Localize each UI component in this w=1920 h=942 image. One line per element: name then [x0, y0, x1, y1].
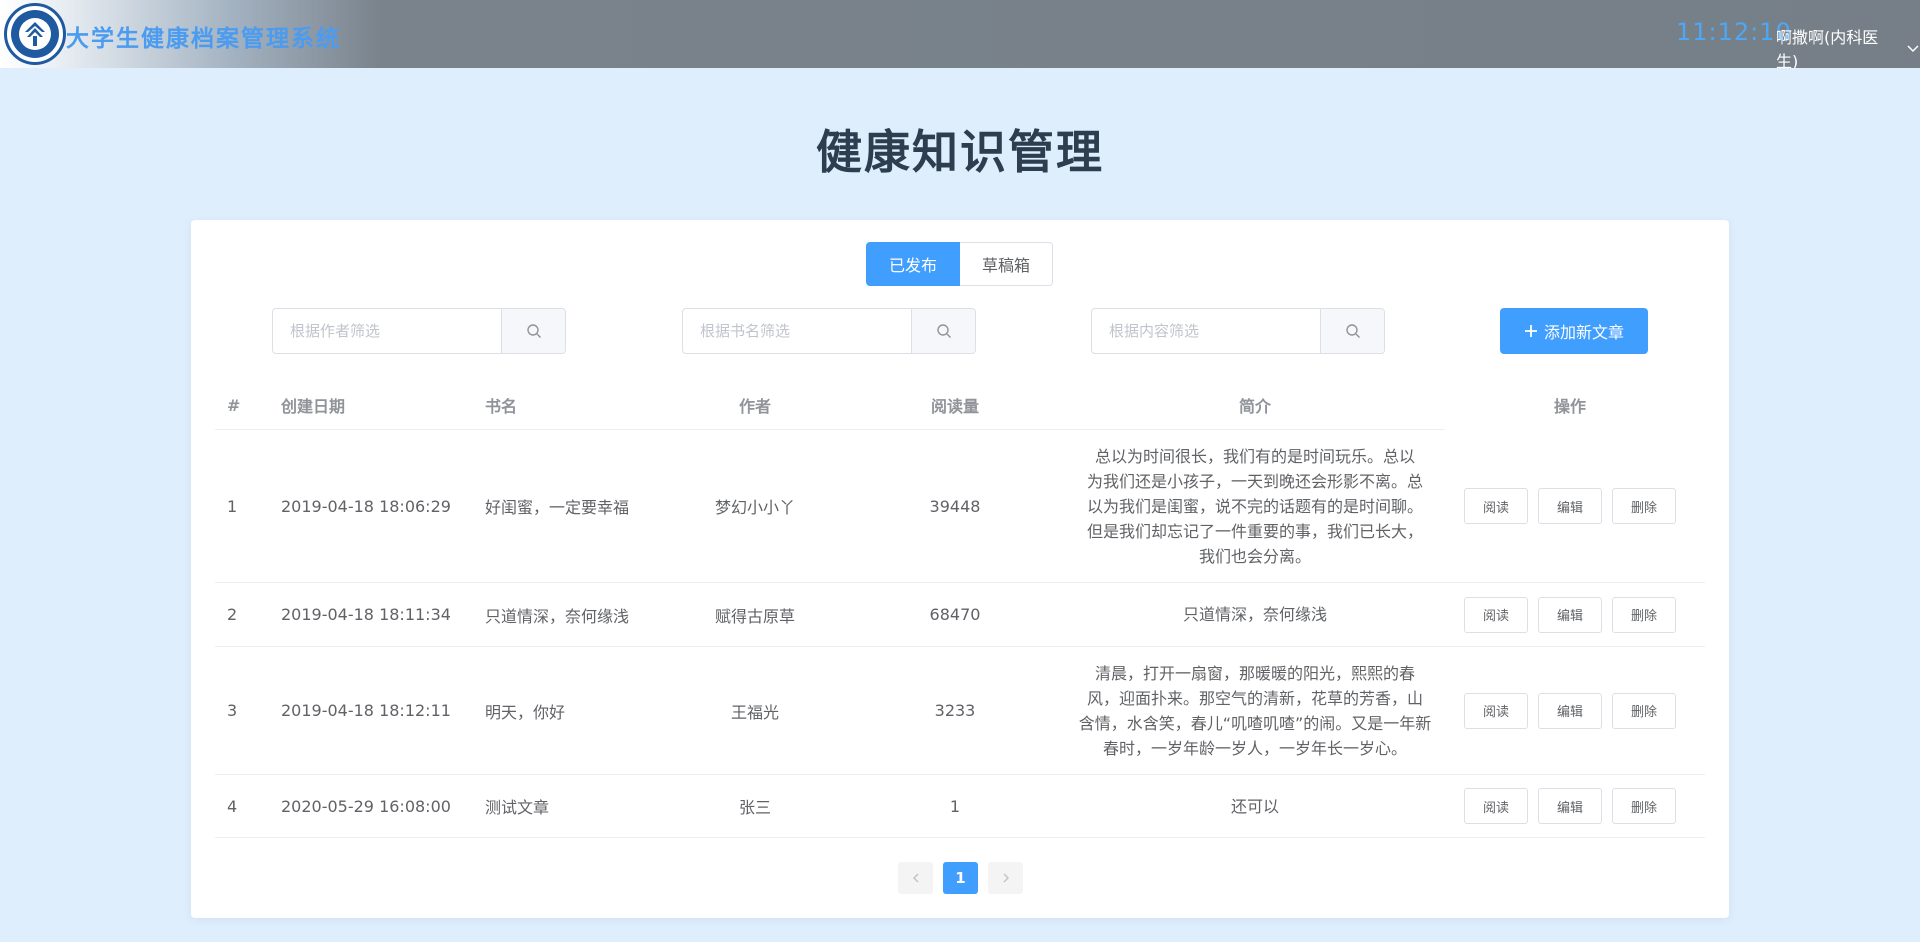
row-actions: 阅读 编辑 删除	[1455, 430, 1685, 582]
row-book: 明天，你好	[485, 702, 566, 722]
user-name: 啊撒啊(内科医生)	[1776, 28, 1879, 71]
row-reads: 39448	[929, 496, 981, 516]
content-card: 已发布 草稿箱 添加新文章 # 创建日期 书名 作者 阅读量 简介 操	[191, 220, 1729, 918]
row-date: 2019-04-18 18:06:29	[281, 496, 451, 516]
row-intro: 还可以	[1075, 775, 1435, 837]
content-search-button[interactable]	[1320, 309, 1384, 353]
content-filter	[1091, 308, 1385, 354]
intro-line: 含情，水含笑，春儿“叽喳叽喳”的闹。又是一年新	[1078, 713, 1432, 733]
status-tabs: 已发布 草稿箱	[866, 242, 1054, 286]
book-search-input[interactable]	[683, 309, 911, 353]
table-row: 2 2019-04-18 18:11:34 只道情深，奈何缘浅 赋得古原草 68…	[215, 583, 1705, 647]
content-search-input[interactable]	[1092, 309, 1320, 353]
read-button[interactable]: 阅读	[1464, 692, 1528, 729]
page-title: 健康知识管理	[816, 125, 1104, 179]
row-author: 张三	[738, 798, 771, 817]
col-reads: 阅读量	[930, 397, 979, 416]
row-intro: 清晨，打开一扇窗，那暖暖的阳光，熙熙的春 风，迎面扑来。那空气的清新，花草的芳香…	[1075, 647, 1435, 774]
table-row: 1 2019-04-18 18:06:29 好闺蜜，一定要幸福 梦幻小小丫 39…	[215, 430, 1705, 583]
university-logo	[4, 3, 66, 65]
row-index: 4	[227, 796, 238, 816]
next-page-button[interactable]	[988, 862, 1023, 894]
row-index: 3	[227, 701, 238, 720]
row-book: 只道情深，奈何缘浅	[485, 606, 630, 626]
edit-button[interactable]: 编辑	[1538, 692, 1602, 729]
app-brand-title: 大学生健康档案管理系统	[66, 26, 341, 52]
row-index: 2	[227, 605, 238, 624]
search-icon	[936, 324, 951, 338]
table-row: 4 2020-05-29 16:08:00 测试文章 张三 1 还可以 阅读 编…	[215, 775, 1705, 838]
edit-button[interactable]: 编辑	[1538, 788, 1602, 824]
delete-button[interactable]: 删除	[1612, 788, 1676, 824]
plus-icon	[1524, 325, 1537, 337]
col-book: 书名	[485, 397, 518, 416]
chevron-down-icon	[1907, 45, 1919, 53]
row-date: 2019-04-18 18:11:34	[281, 605, 451, 624]
row-author: 王福光	[730, 702, 779, 722]
row-intro: 只道情深，奈何缘浅	[1075, 583, 1435, 646]
row-book: 测试文章	[485, 798, 550, 817]
row-date: 2020-05-29 16:08:00	[281, 796, 451, 816]
col-index: #	[227, 395, 241, 415]
read-button[interactable]: 阅读	[1464, 788, 1528, 824]
row-intro: 总以为时间很长，我们有的是时间玩乐。总以 为我们还是小孩子，一天到晚还会形影不离…	[1075, 430, 1435, 582]
chevron-left-icon	[912, 873, 919, 883]
row-actions: 阅读 编辑 删除	[1455, 647, 1685, 774]
top-header: 大学生健康档案管理系统 11:12:10 啊撒啊(内科医生)	[0, 0, 1920, 71]
author-filter	[272, 308, 566, 354]
delete-button[interactable]: 删除	[1612, 692, 1676, 729]
delete-button[interactable]: 删除	[1612, 596, 1676, 633]
row-reads: 1	[949, 796, 961, 816]
row-actions: 阅读 编辑 删除	[1455, 775, 1685, 837]
intro-line: 只道情深，奈何缘浅	[1182, 605, 1327, 624]
row-book: 好闺蜜，一定要幸福	[485, 498, 630, 517]
read-button[interactable]: 阅读	[1464, 596, 1528, 633]
table-header: # 创建日期 书名 作者 阅读量 简介 操作	[215, 380, 1586, 430]
read-button[interactable]: 阅读	[1464, 488, 1528, 524]
row-author: 梦幻小小丫	[714, 498, 795, 517]
edit-button[interactable]: 编辑	[1538, 488, 1602, 524]
row-reads: 68470	[929, 605, 981, 624]
chevron-right-icon	[1002, 873, 1009, 883]
book-search-button[interactable]	[911, 309, 975, 353]
intro-line: 为我们还是小孩子，一天到晚还会形影不离。总	[1086, 471, 1423, 491]
row-index: 1	[227, 496, 238, 516]
table-row: 3 2019-04-18 18:12:11 明天，你好 王福光 3233 清晨，…	[215, 647, 1705, 775]
intro-line: 清晨，打开一扇窗，那暖暖的阳光，熙熙的春	[1094, 663, 1415, 683]
col-ops: 操作	[1553, 397, 1586, 416]
row-actions: 阅读 编辑 删除	[1455, 583, 1685, 646]
intro-line: 总以为时间很长，我们有的是时间玩乐。总以	[1094, 446, 1415, 466]
add-article-label: 添加新文章	[1543, 323, 1624, 342]
search-icon	[1345, 324, 1360, 338]
tab-drafts[interactable]: 草稿箱	[960, 242, 1054, 286]
intro-line: 以为我们是闺蜜，说不完的话题有的是时间聊。	[1086, 496, 1423, 516]
search-icon	[526, 324, 541, 338]
header-clock: 11:12:10	[1676, 18, 1792, 46]
row-reads: 3233	[934, 701, 976, 720]
page-number[interactable]: 1	[943, 862, 978, 894]
tab-published[interactable]: 已发布	[866, 242, 961, 286]
col-author: 作者	[738, 397, 771, 416]
articles-table: # 创建日期 书名 作者 阅读量 简介 操作 1 2019-04-18 18:0…	[215, 380, 1705, 838]
col-date: 创建日期	[281, 397, 346, 416]
book-filter	[682, 308, 976, 354]
delete-button[interactable]: 删除	[1612, 488, 1676, 524]
intro-line: 但是我们却忘记了一件重要的事，我们已长大，	[1086, 521, 1423, 541]
row-date: 2019-04-18 18:12:11	[281, 701, 451, 720]
pagination: 1	[898, 862, 1023, 894]
prev-page-button[interactable]	[898, 862, 933, 894]
intro-line: 我们也会分离。	[1198, 546, 1311, 566]
intro-line: 风，迎面扑来。那空气的清新，花草的芳香，山	[1086, 688, 1423, 708]
author-search-button[interactable]	[501, 309, 565, 353]
intro-line: 春时，一岁年龄一岁人，一岁年长一岁心。	[1102, 738, 1407, 758]
author-search-input[interactable]	[273, 309, 501, 353]
row-author: 赋得古原草	[714, 606, 795, 626]
user-menu[interactable]: 啊撒啊(内科医生)	[1776, 24, 1920, 72]
add-article-button[interactable]: 添加新文章	[1500, 308, 1648, 354]
intro-line: 还可以	[1230, 796, 1279, 816]
edit-button[interactable]: 编辑	[1538, 596, 1602, 633]
col-intro: 简介	[1238, 397, 1271, 416]
